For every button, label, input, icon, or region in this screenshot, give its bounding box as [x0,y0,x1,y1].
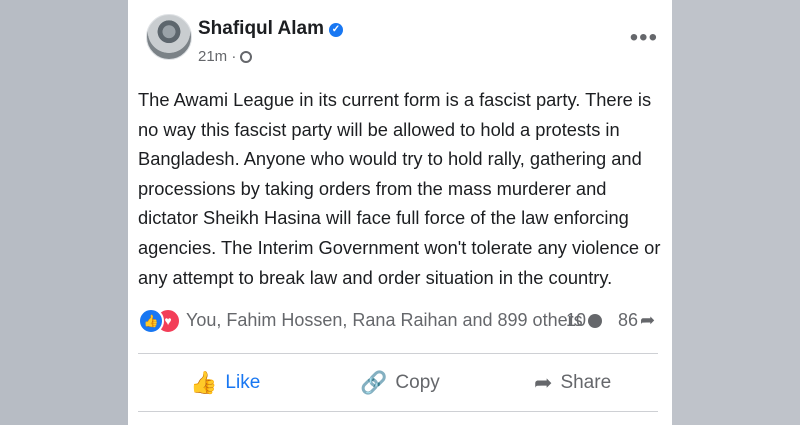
comments-count[interactable]: 10 [566,310,603,331]
like-button[interactable]: 👍 Like [190,362,260,404]
post-header: Shafiqul Alam ✓ 21m · ••• [136,12,664,74]
like-reaction-icon: 👍 [138,308,164,334]
background-left [0,0,128,425]
author-name-text[interactable]: Shafiqul Alam [198,18,324,39]
comment-bubble-icon [588,314,603,328]
reactions-bar: 👍 ♥ You, Fahim Hossen, Rana Raihan and 8… [138,305,658,339]
like-button-label: Like [225,372,261,393]
post-meta: 21m · [198,48,253,65]
divider [138,353,658,354]
share-arrow-icon: ➦ [534,370,553,395]
divider [138,411,658,412]
post-actions: 👍 Like 🔗 Copy ➦ Share [138,362,658,404]
copy-button[interactable]: 🔗 Copy [360,362,440,404]
link-icon: 🔗 [360,370,388,395]
post-text: The Awami League in its current form is … [138,89,661,288]
shares-count[interactable]: 86 ➦ [618,310,655,331]
more-options-button[interactable]: ••• [630,26,658,50]
thumbs-up-icon: 👍 [190,370,218,395]
verified-badge-icon: ✓ [328,23,343,37]
shares-count-number: 86 [618,310,639,330]
background-right [672,0,800,425]
copy-button-label: Copy [395,372,440,393]
share-arrow-icon: ➦ [640,310,656,330]
post-time[interactable]: 21m [198,48,227,65]
facebook-post-card: Shafiqul Alam ✓ 21m · ••• The Awami Leagu… [128,0,672,425]
reaction-names[interactable]: You, Fahim Hossen, Rana Raihan and 899 o… [186,310,583,331]
share-button[interactable]: ➦ Share [534,362,611,404]
reaction-icons[interactable]: 👍 ♥ [138,308,181,334]
comments-count-number: 10 [566,310,587,330]
author-name[interactable]: Shafiqul Alam ✓ [198,18,343,40]
avatar[interactable] [146,14,192,60]
share-button-label: Share [560,372,612,393]
globe-icon [240,51,253,63]
